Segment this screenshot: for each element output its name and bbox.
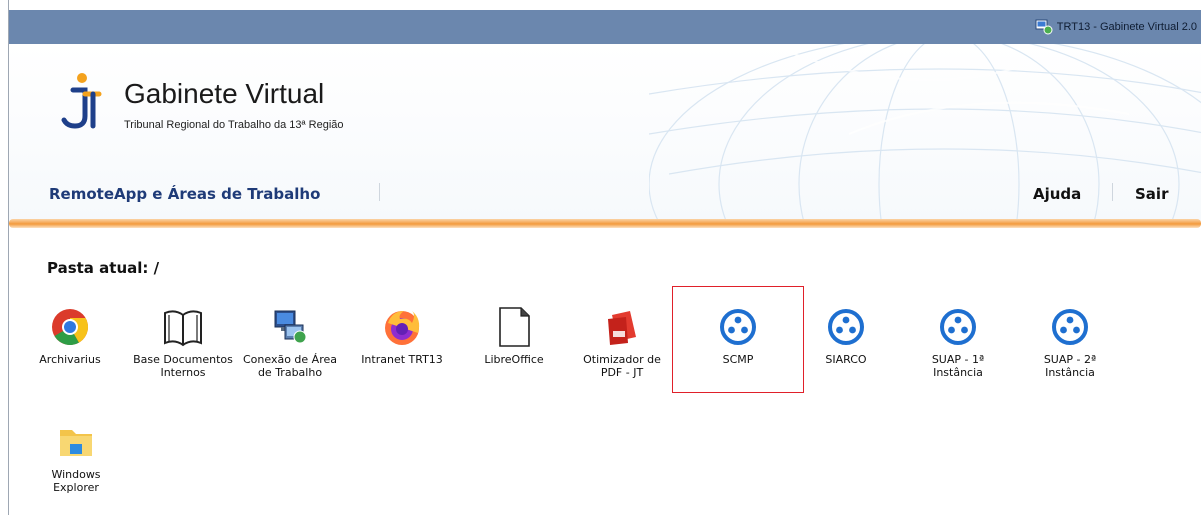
app-label: Intranet TRT13 — [361, 353, 443, 366]
app-label: Archivarius — [39, 353, 101, 366]
remoteapp-icon — [1048, 305, 1092, 349]
pdf-icon — [600, 305, 644, 349]
app-subtitle: Tribunal Regional do Trabalho da 13ª Reg… — [124, 119, 344, 131]
globe-background — [649, 44, 1201, 224]
remote-desktop-connection-icon — [268, 305, 312, 349]
app-siarco[interactable]: SIARCO — [796, 305, 896, 375]
app-label: LibreOffice — [484, 353, 544, 366]
nav-divider — [379, 183, 380, 201]
app-conexao-area-de-trabalho[interactable]: Conexão de Área de Trabalho — [240, 305, 340, 405]
exit-link[interactable]: Sair — [1135, 185, 1168, 203]
document-icon — [492, 305, 536, 349]
header-accent-bar — [9, 219, 1201, 228]
help-link[interactable]: Ajuda — [1033, 185, 1081, 203]
app-archivarius[interactable]: Archivarius — [20, 305, 120, 375]
chrome-icon — [48, 305, 92, 349]
app-label: SIARCO — [825, 353, 867, 366]
app-suap-1-instancia[interactable]: SUAP - 1ª Instância — [908, 305, 1008, 385]
app-base-documentos-internos[interactable]: Base Documentos Internos — [133, 305, 233, 405]
app-label: SUAP - 1ª Instância — [931, 353, 985, 379]
app-label: Windows Explorer — [51, 468, 101, 494]
remoteapp-icon — [824, 305, 868, 349]
remoteapp-icon — [936, 305, 980, 349]
window-title: TRT13 - Gabinete Virtual 2.0 — [1056, 21, 1197, 33]
app-label: Base Documentos Internos — [133, 353, 233, 379]
trt-logo — [55, 72, 105, 132]
selected-app-highlight — [672, 286, 804, 393]
remote-desktop-icon — [1035, 19, 1053, 35]
app-windows-explorer[interactable]: Windows Explorer — [26, 420, 126, 510]
app-title: Gabinete Virtual — [124, 78, 325, 109]
book-icon — [161, 305, 205, 349]
firefox-icon — [380, 305, 424, 349]
app-label: Otimizador de PDF - JT — [583, 353, 661, 379]
app-otimizador-de-pdf[interactable]: Otimizador de PDF - JT — [572, 305, 672, 385]
app-label: SUAP - 2ª Instância — [1043, 353, 1097, 379]
current-folder-label: Pasta atual: / — [47, 259, 160, 277]
app-suap-2-instancia[interactable]: SUAP - 2ª Instância — [1020, 305, 1120, 385]
title-bar-content: TRT13 - Gabinete Virtual 2.0 — [1035, 10, 1197, 44]
app-libreoffice[interactable]: LibreOffice — [464, 305, 564, 375]
title-bar: TRT13 - Gabinete Virtual 2.0 — [9, 10, 1201, 44]
folder-icon — [54, 420, 98, 464]
nav-remoteapp-link[interactable]: RemoteApp e Áreas de Trabalho — [49, 185, 320, 203]
page-header: Gabinete Virtual Tribunal Regional do Tr… — [9, 44, 1201, 224]
app-intranet-trt13[interactable]: Intranet TRT13 — [352, 305, 452, 385]
nav-divider — [1112, 183, 1113, 201]
app-label: Conexão de Área de Trabalho — [243, 353, 337, 379]
